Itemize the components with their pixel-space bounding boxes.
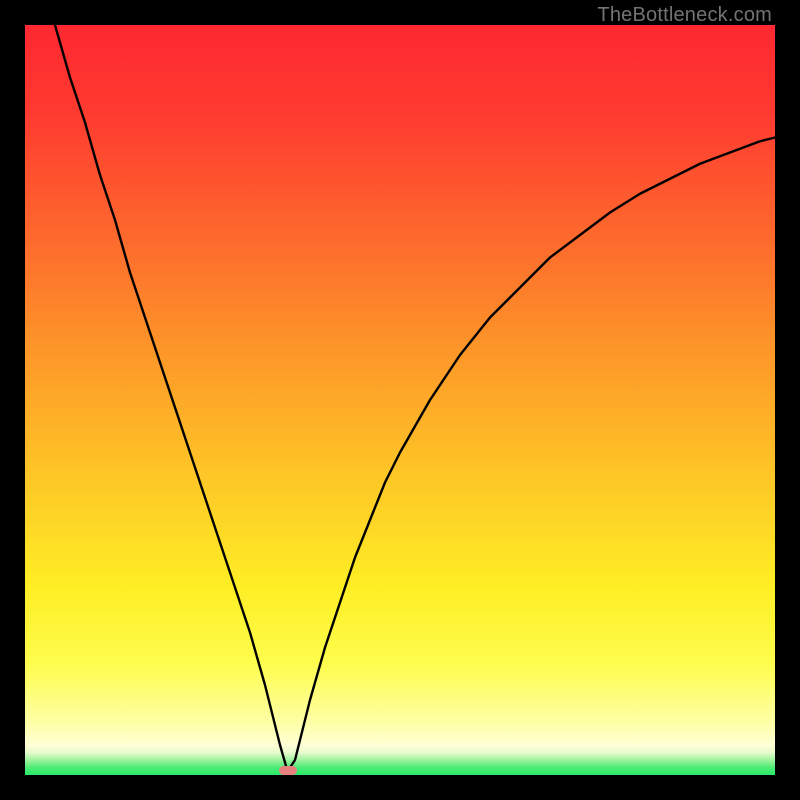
chart-frame	[25, 25, 775, 775]
minimum-marker	[279, 766, 297, 775]
bottleneck-chart	[25, 25, 775, 775]
watermark-text: TheBottleneck.com	[597, 4, 772, 27]
gradient-background	[25, 25, 775, 775]
